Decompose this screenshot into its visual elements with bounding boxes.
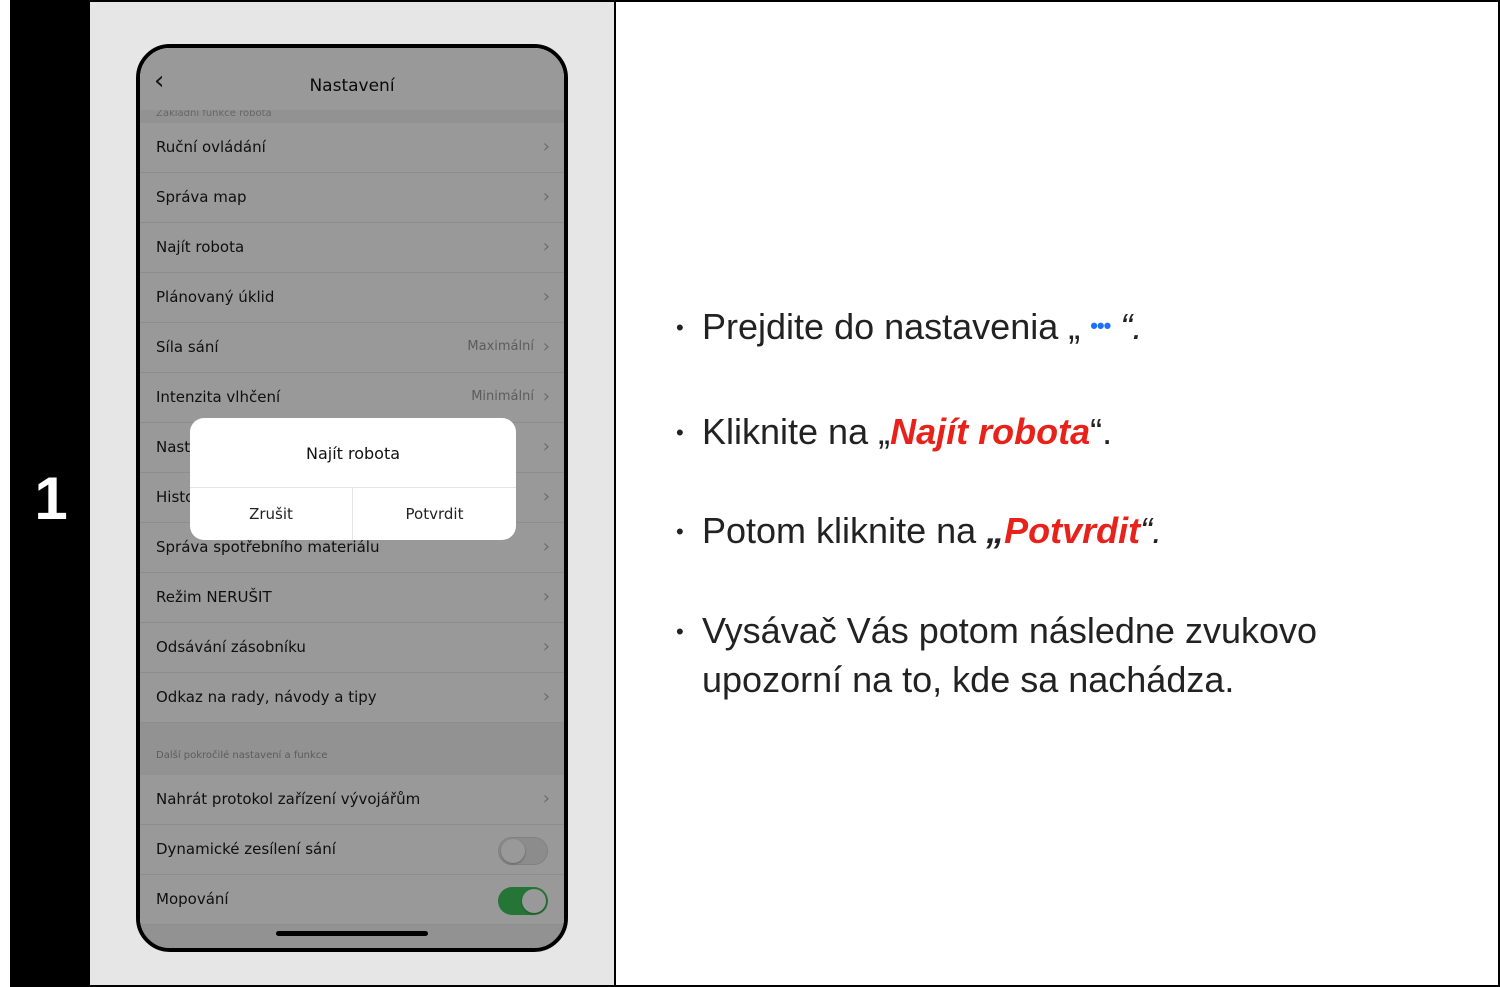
- instruction-item-2: • Kliknite na „Najít robota“.: [676, 408, 1112, 457]
- bullet-icon: •: [676, 315, 684, 340]
- instruction-text: Potom kliknite na: [702, 510, 987, 551]
- step-number: 1: [34, 465, 68, 532]
- instruction-table: 1 ‹ Nastavení Základní funkce robota Ruč…: [10, 0, 1500, 987]
- instruction-text: Vysávač Vás potom následne zvukovo: [702, 610, 1318, 651]
- phone-mockup: ‹ Nastavení Základní funkce robota Ruční…: [136, 44, 568, 952]
- instruction-text: “.: [1110, 306, 1143, 347]
- bullet-icon: •: [676, 420, 684, 445]
- cancel-button[interactable]: Zrušit: [190, 488, 353, 540]
- instruction-text: upozorní na to, kde sa nachádza.: [702, 659, 1235, 700]
- instruction-item-3: • Potom kliknite na „Potvrdit“.: [676, 507, 1162, 556]
- confirm-button[interactable]: Potvrdit: [353, 488, 516, 540]
- instruction-text: „: [986, 510, 1005, 551]
- instruction-text: “.: [1140, 510, 1163, 551]
- bullet-icon: •: [676, 619, 684, 644]
- instruction-item-4: • Vysávač Vás potom následne zvukovo upoz…: [676, 607, 1317, 704]
- highlight-find-robot: Najít robota: [890, 411, 1091, 452]
- dialog-title: Najít robota: [305, 444, 401, 463]
- highlight-confirm: Potvrdit: [1004, 510, 1141, 551]
- step-column: 1: [12, 2, 90, 985]
- instruction-text: Prejdite do nastavenia „: [702, 306, 1091, 347]
- more-dots-icon: •••: [1090, 313, 1111, 338]
- home-indicator: [276, 931, 428, 936]
- instructions-column: • Prejdite do nastavenia „ ••• “. • Klikni…: [616, 2, 1498, 985]
- instruction-item-1: • Prejdite do nastavenia „ ••• “.: [676, 302, 1142, 352]
- instruction-text: Kliknite na „: [702, 411, 891, 452]
- screenshot-column: ‹ Nastavení Základní funkce robota Ruční…: [90, 2, 616, 985]
- instruction-text: “.: [1090, 411, 1113, 452]
- find-robot-dialog: Najít robota Zrušit Potvrdit: [190, 418, 516, 540]
- bullet-icon: •: [676, 519, 684, 544]
